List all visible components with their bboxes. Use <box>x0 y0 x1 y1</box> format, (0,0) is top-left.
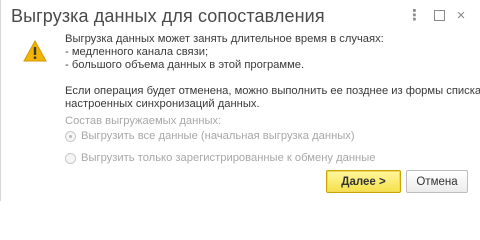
message-line: настроенных синхронизаций данных. <box>65 98 260 110</box>
cancel-button[interactable]: Отмена <box>406 170 468 193</box>
radio-export-registered-label: Выгрузить только зарегистрированные к об… <box>81 152 376 164</box>
next-button[interactable]: Далее > <box>326 170 401 193</box>
dialog-title: Выгрузка данных для сопоставления <box>11 6 325 26</box>
message-line: - большого объема данных в этой программ… <box>65 59 305 71</box>
maximize-icon[interactable] <box>431 7 447 23</box>
message-line: Выгрузка данных может занять длительное … <box>65 33 384 45</box>
dialog-window: Выгрузка данных для сопоставления ⋮ × Вы… <box>0 0 480 201</box>
message-line: - медленного канала связи; <box>65 46 209 58</box>
message-line: Если операция будет отменена, можно выпо… <box>65 85 480 97</box>
radio-export-registered[interactable]: Выгрузить только зарегистрированные к об… <box>65 151 375 165</box>
radio-export-all-label: Выгрузить все данные (начальная выгрузка… <box>81 130 355 142</box>
close-icon[interactable]: × <box>453 7 469 24</box>
export-scope-label: Состав выгружаемых данных: <box>65 115 222 127</box>
radio-button-unchecked[interactable] <box>65 152 76 164</box>
radio-export-all[interactable]: Выгрузить все данные (начальная выгрузка… <box>65 129 355 143</box>
radio-button-checked[interactable] <box>65 130 76 142</box>
warning-icon <box>23 40 47 62</box>
more-options-icon[interactable]: ⋮ <box>406 7 422 24</box>
